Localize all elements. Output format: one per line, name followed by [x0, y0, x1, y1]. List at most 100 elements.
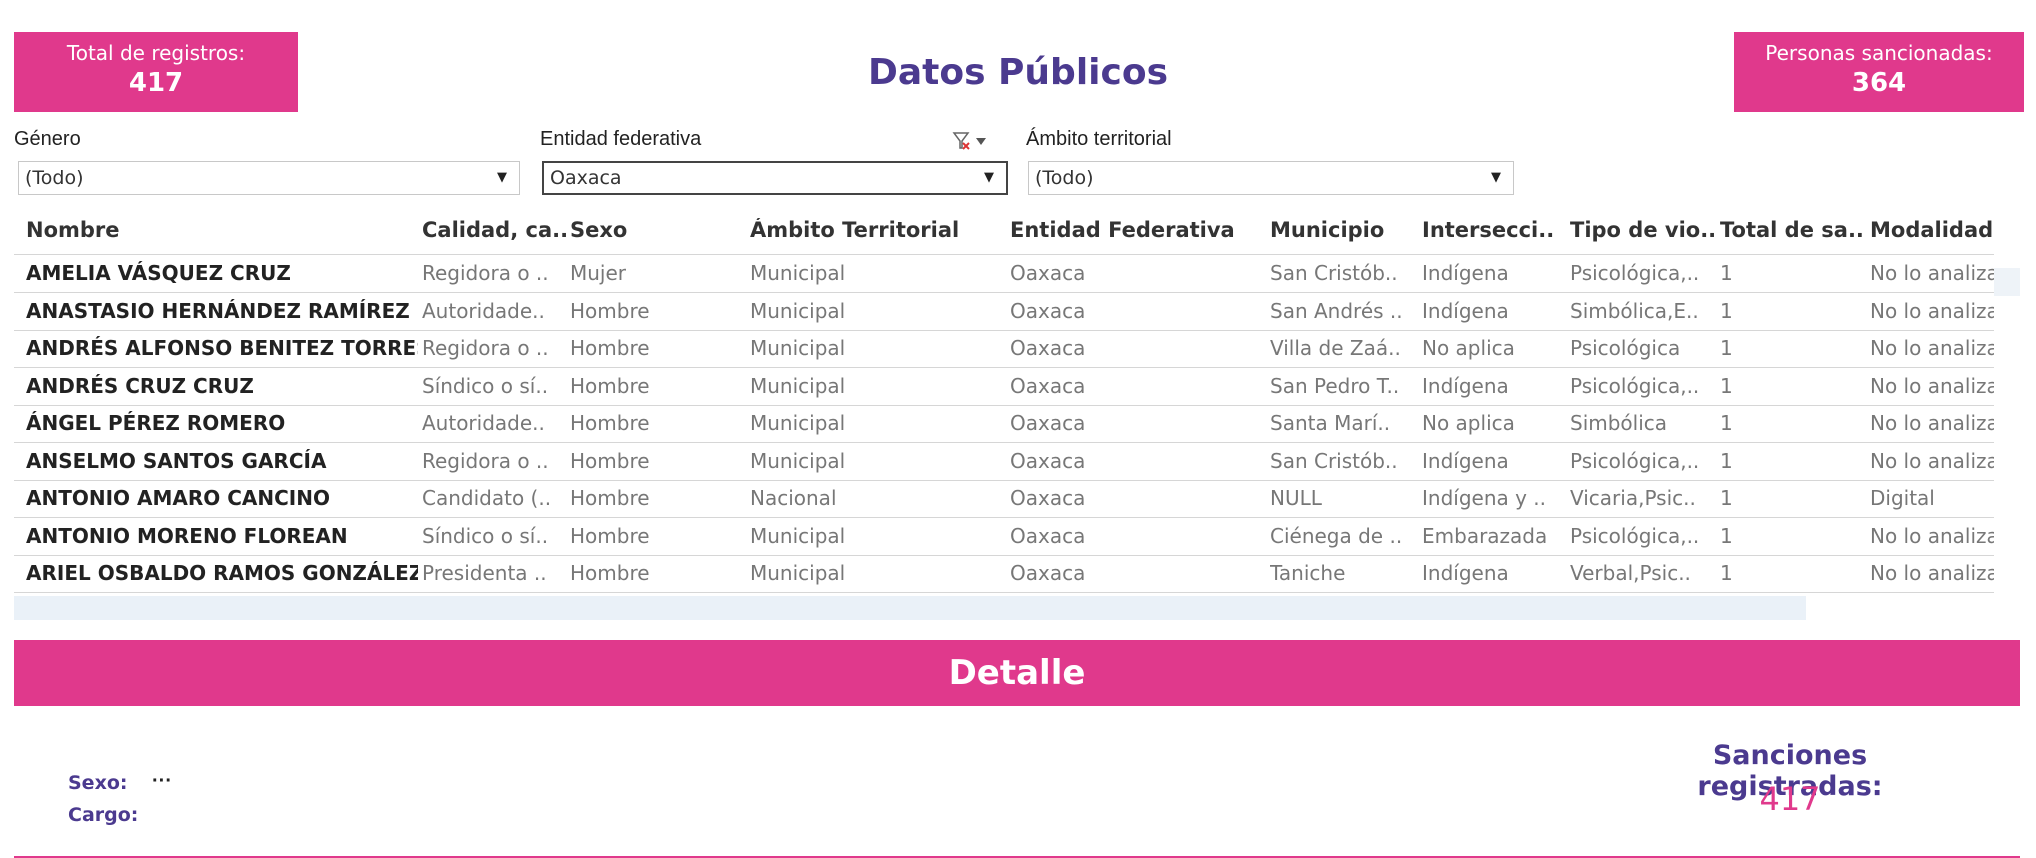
- table-cell: ARIEL OSBALDO RAMOS GONZÁLEZ: [26, 561, 418, 585]
- column-header[interactable]: Sexo: [570, 218, 746, 242]
- table-cell: Psicológica: [1570, 336, 1681, 360]
- column-header[interactable]: Ámbito Territorial: [750, 218, 1006, 242]
- table-cell: 1: [1720, 561, 1733, 585]
- column-header[interactable]: Intersecci..: [1422, 218, 1568, 242]
- table-cell: 1: [1720, 336, 1733, 360]
- table-cell: No aplica: [1422, 411, 1515, 435]
- table-cell: Municipal: [750, 336, 846, 360]
- ambito-select[interactable]: (Todo) ▼: [1028, 161, 1514, 195]
- table-cell: Nacional: [750, 486, 837, 510]
- table-cell: Municipal: [750, 298, 846, 323]
- table-cell: Digital: [1870, 486, 1935, 510]
- table-cell: 1: [1720, 411, 1733, 435]
- table-cell: No lo analiza: [1870, 448, 1994, 473]
- column-header[interactable]: Municipio: [1270, 218, 1418, 242]
- table-cell: Indígena: [1422, 373, 1509, 398]
- table-cell: NULL: [1270, 486, 1322, 510]
- table-cell: Taniche: [1270, 561, 1346, 585]
- table-cell: Hombre: [570, 298, 650, 323]
- table-cell: 1: [1720, 373, 1733, 398]
- table-row[interactable]: ANDRÉS ALFONSO BENITEZ TORRES Regidora o …: [14, 330, 1994, 368]
- table-row[interactable]: ANASTASIO HERNÁNDEZ RAMÍREZ Autoridade.. H…: [14, 293, 1994, 331]
- table-cell: Hombre: [570, 561, 650, 585]
- table-cell: Regidora o ..: [422, 448, 549, 473]
- detail-sexo-value: ···: [152, 770, 172, 792]
- table-cell: Oaxaca: [1010, 336, 1086, 360]
- filter-clear-icon[interactable]: [952, 130, 988, 152]
- column-header[interactable]: Total de sa..: [1720, 218, 1868, 242]
- table-cell: No lo analiza: [1870, 561, 1994, 585]
- table-row[interactable]: ANTONIO AMARO CANCINO Candidato (.. Hombre…: [14, 480, 1994, 518]
- table-cell: ANASTASIO HERNÁNDEZ RAMÍREZ: [26, 298, 410, 323]
- table-cell: No lo analiza: [1870, 373, 1994, 398]
- table-cell: No lo analiza: [1870, 411, 1994, 435]
- table-cell: ANTONIO MORENO FLOREAN: [26, 523, 348, 548]
- filter-label-genero: Género: [14, 128, 81, 150]
- table-row[interactable]: ANTONIO MORENO FLOREAN Síndico o sí.. Homb…: [14, 518, 1994, 556]
- table-cell: ANSELMO SANTOS GARCÍA: [26, 448, 327, 473]
- table-row[interactable]: ANDRÉS CRUZ CRUZ Síndico o sí.. Hombre Muni…: [14, 368, 1994, 406]
- table-cell: 1: [1720, 448, 1733, 473]
- table-cell: No lo analiza: [1870, 336, 1994, 360]
- horizontal-scrollbar[interactable]: [14, 596, 1806, 620]
- table-cell: San Cristób..: [1270, 448, 1398, 473]
- table-cell: Ciénega de ..: [1270, 523, 1403, 548]
- table-cell: Mujer: [570, 261, 627, 285]
- table-cell: Indígena: [1422, 261, 1509, 285]
- table-cell: 1: [1720, 486, 1733, 510]
- table-cell: Síndico o sí..: [422, 523, 549, 548]
- table-cell: Hombre: [570, 336, 650, 360]
- column-header[interactable]: Modalidad..: [1870, 218, 1994, 242]
- table-cell: AMELIA VÁSQUEZ CRUZ: [26, 261, 291, 285]
- table-cell: Indígena: [1422, 448, 1509, 473]
- table-cell: Hombre: [570, 486, 650, 510]
- table-cell: Hombre: [570, 373, 650, 398]
- detail-sexo-label: Sexo:: [68, 772, 128, 794]
- column-header[interactable]: Calidad, ca..: [422, 218, 566, 242]
- table-cell: ANDRÉS CRUZ CRUZ: [26, 373, 254, 398]
- table-cell: Regidora o ..: [422, 336, 549, 360]
- table-cell: Autoridade..: [422, 298, 545, 323]
- column-header[interactable]: Entidad Federativa: [1010, 218, 1266, 242]
- table-cell: Municipal: [750, 523, 846, 548]
- table-cell: Santa Marí..: [1270, 411, 1391, 435]
- table-cell: Oaxaca: [1010, 448, 1086, 473]
- table-cell: Síndico o sí..: [422, 373, 549, 398]
- table-row[interactable]: ÁNGEL PÉREZ ROMERO Autoridade.. Hombre Muni…: [14, 405, 1994, 443]
- row-highlight: [1994, 268, 2020, 296]
- table-cell: 1: [1720, 298, 1733, 323]
- table-row[interactable]: AMELIA VÁSQUEZ CRUZ Regidora o .. Mujer Mun…: [14, 255, 1994, 293]
- table-cell: Hombre: [570, 411, 650, 435]
- table-cell: Municipal: [750, 373, 846, 398]
- table-cell: Simbólica: [1570, 411, 1668, 435]
- table-cell: Vicaria,Psic..: [1570, 486, 1696, 510]
- genero-select[interactable]: (Todo) ▼: [18, 161, 520, 195]
- table-cell: Hombre: [570, 523, 650, 548]
- table-cell: San Andrés ..: [1270, 298, 1403, 323]
- table-cell: Indígena y ..: [1422, 486, 1547, 510]
- table-row[interactable]: ARIEL OSBALDO RAMOS GONZÁLEZ Presidenta .…: [14, 555, 1994, 593]
- table-cell: 1: [1720, 523, 1733, 548]
- column-header[interactable]: Tipo de vio..: [1570, 218, 1718, 242]
- table-cell: Hombre: [570, 448, 650, 473]
- table-cell: Oaxaca: [1010, 298, 1086, 323]
- detalle-banner: Detalle: [14, 640, 2020, 706]
- table-cell: Municipal: [750, 561, 846, 585]
- table-cell: Oaxaca: [1010, 261, 1086, 285]
- table-cell: Oaxaca: [1010, 561, 1086, 585]
- table-cell: Municipal: [750, 448, 846, 473]
- table-row[interactable]: ANSELMO SANTOS GARCÍA Regidora o .. Hombre…: [14, 443, 1994, 481]
- table-cell: Verbal,Psic..: [1570, 561, 1691, 585]
- chevron-down-icon: ▼: [497, 170, 507, 185]
- table-cell: Psicológica,..: [1570, 373, 1700, 398]
- table-cell: No lo analiza: [1870, 298, 1994, 323]
- table-cell: ANTONIO AMARO CANCINO: [26, 486, 330, 510]
- column-header[interactable]: Nombre: [26, 218, 418, 242]
- table-cell: ÁNGEL PÉREZ ROMERO: [26, 411, 286, 435]
- entidad-select-value: Oaxaca: [550, 167, 622, 189]
- table-cell: Regidora o ..: [422, 261, 549, 285]
- table-cell: Psicológica,..: [1570, 261, 1700, 285]
- table-cell: ANDRÉS ALFONSO BENITEZ TORRES: [26, 336, 418, 360]
- entidad-select[interactable]: Oaxaca ▼: [542, 161, 1008, 195]
- ambito-select-value: (Todo): [1035, 167, 1094, 189]
